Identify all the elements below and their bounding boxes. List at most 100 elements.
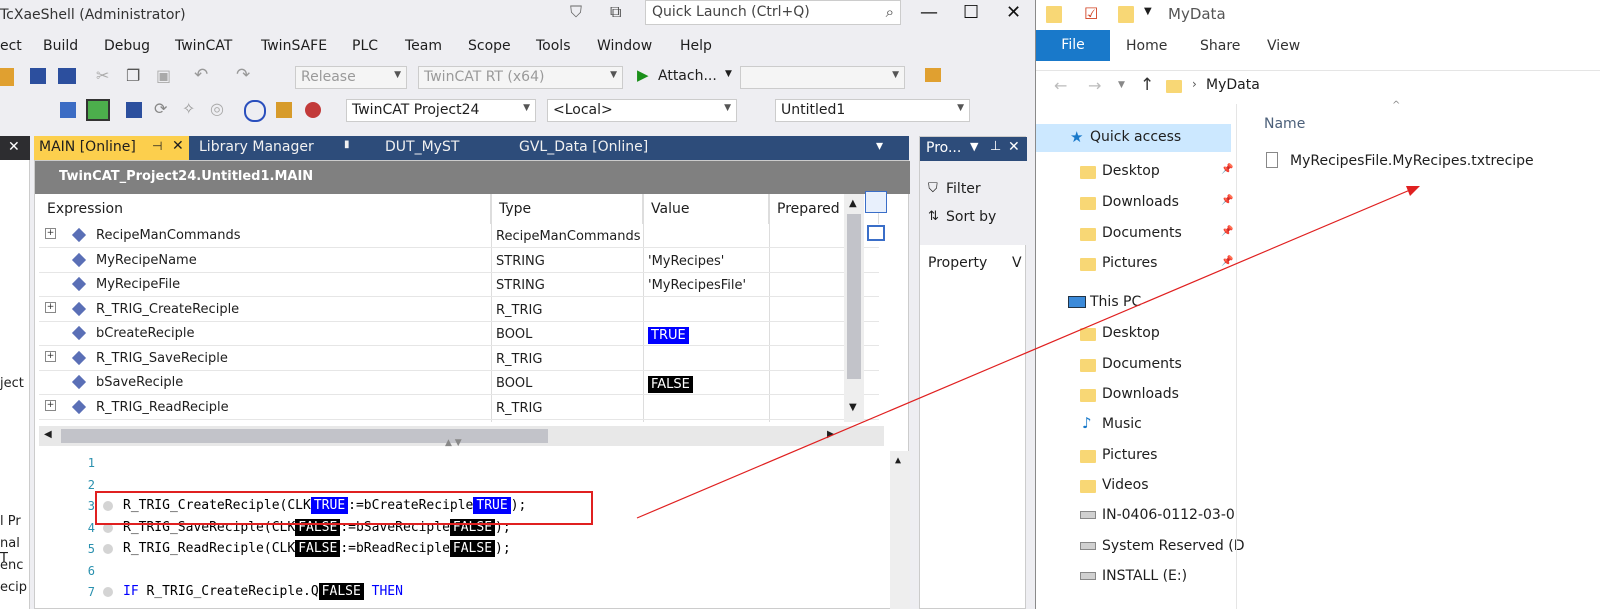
nav-pc-drive-d[interactable]: System Reserved (D xyxy=(1102,538,1245,554)
grid-row[interactable]: + R_TRIG_CreateReciple R_TRIG xyxy=(39,298,879,322)
ribbon-share-tab[interactable]: Share xyxy=(1200,38,1240,54)
pin-icon[interactable]: 📌 xyxy=(1221,195,1233,207)
view-table-icon[interactable] xyxy=(867,225,885,241)
tree-item[interactable]: ecip xyxy=(0,580,27,595)
tree-item[interactable]: l Pr xyxy=(0,514,21,529)
address-crumb[interactable]: MyData xyxy=(1206,77,1260,93)
nav-qa-downloads[interactable]: Downloads xyxy=(1102,194,1179,210)
toggle-freerun-icon[interactable]: ◎ xyxy=(210,99,224,118)
menu-scope[interactable]: Scope xyxy=(468,38,511,54)
view-list-icon[interactable] xyxy=(865,191,887,213)
column-header-expression[interactable]: Expression xyxy=(39,194,491,224)
redo-icon[interactable]: ↷ xyxy=(236,65,250,85)
value-cell[interactable]: 'MyRecipesFile' xyxy=(648,278,746,293)
filter-button[interactable]: Filter xyxy=(946,181,981,197)
ribbon-home-tab[interactable]: Home xyxy=(1126,38,1167,54)
pin-icon[interactable]: 📌 xyxy=(1221,226,1233,238)
value-cell[interactable]: FALSE xyxy=(648,376,693,393)
quick-launch-input[interactable]: Quick Launch (Ctrl+Q) ⌕ xyxy=(645,0,901,25)
nav-qa-pictures[interactable]: Pictures xyxy=(1102,255,1157,271)
open-icon[interactable] xyxy=(0,68,14,86)
minimize-button[interactable]: — xyxy=(920,2,938,23)
column-header-value[interactable]: Value xyxy=(643,194,769,224)
nav-pc-documents[interactable]: Documents xyxy=(1102,356,1182,372)
tree-item[interactable]: ject xyxy=(0,376,24,391)
copy-icon[interactable]: ❐ xyxy=(126,66,140,85)
properties-icon[interactable]: ☑ xyxy=(1084,4,1098,23)
scan-icon[interactable]: ✧ xyxy=(182,99,195,118)
grid-row[interactable]: + R_TRIG_SaveReciple R_TRIG xyxy=(39,347,879,371)
code-editor[interactable]: 1 2 3 4 5 6 7 R_TRIG_CreateReciple(CLK TR… xyxy=(35,451,910,609)
expand-icon[interactable]: + xyxy=(45,350,56,362)
nav-pc-drive-e[interactable]: INSTALL (E:) xyxy=(1102,568,1187,584)
run-mode-icon[interactable] xyxy=(126,102,142,118)
menu-debug[interactable]: Debug xyxy=(104,38,150,54)
menu-twinsafe[interactable]: TwinSAFE xyxy=(261,38,327,54)
grid-row[interactable]: bCreateReciple BOOL TRUE xyxy=(39,322,879,346)
close-icon[interactable]: ✕ xyxy=(1008,139,1020,155)
scroll-thumb[interactable] xyxy=(61,429,548,443)
undo-icon[interactable]: ↶ xyxy=(194,65,208,85)
chevron-right-icon[interactable]: ▶ xyxy=(827,429,835,440)
ribbon-view-tab[interactable]: View xyxy=(1267,38,1300,54)
menu-team[interactable]: Team xyxy=(405,38,442,54)
file-row[interactable]: MyRecipesFile.MyRecipes.txtrecipe xyxy=(1258,150,1598,174)
menu-window[interactable]: Window xyxy=(597,38,652,54)
value-cell[interactable]: 'MyRecipes' xyxy=(648,254,724,269)
menu-help[interactable]: Help xyxy=(680,38,712,54)
forward-arrow-icon[interactable]: → xyxy=(1088,76,1101,95)
save-all-icon[interactable] xyxy=(58,68,76,84)
pin-icon[interactable]: 📌 xyxy=(1221,164,1233,176)
project-dropdown[interactable]: TwinCAT Project24 ▼ xyxy=(346,99,536,122)
maximize-button[interactable]: ☐ xyxy=(963,2,979,23)
recent-icon[interactable]: ▼ xyxy=(1118,80,1125,90)
chevron-left-icon[interactable]: ◀ xyxy=(44,429,52,440)
tree-item[interactable]: enc xyxy=(0,558,23,573)
close-icon[interactable]: ✕ xyxy=(172,138,184,154)
grid-row[interactable]: + RecipeManCommands RecipeManCommands xyxy=(39,224,879,248)
chevron-down-icon[interactable]: ▼ xyxy=(849,402,857,413)
menu-twincat[interactable]: TwinCAT xyxy=(175,38,232,54)
configuration-dropdown[interactable]: Release ▼ xyxy=(295,66,407,89)
tab-dut-myst[interactable]: DUT_MyST xyxy=(380,136,500,160)
nav-pc-downloads[interactable]: Downloads xyxy=(1102,386,1179,402)
scroll-thumb[interactable] xyxy=(847,214,861,379)
nav-qa-desktop[interactable]: Desktop xyxy=(1102,163,1160,179)
folder-search-icon[interactable] xyxy=(925,68,941,82)
chevron-down-icon[interactable]: ▼ xyxy=(1144,6,1152,17)
vertical-scrollbar[interactable]: ▲ ▼ xyxy=(844,194,864,422)
restart-icon[interactable]: ⟳ xyxy=(154,99,167,118)
plc-dropdown[interactable]: Untitled1 ▼ xyxy=(775,99,970,122)
up-arrow-icon[interactable]: ↑ xyxy=(1140,75,1154,95)
config-icon[interactable] xyxy=(60,102,76,118)
grid-row[interactable]: + R_TRIG_ReadReciple R_TRIG xyxy=(39,396,879,420)
attach-button[interactable]: Attach... xyxy=(658,68,717,84)
pin-icon[interactable]: 📌 xyxy=(1221,256,1233,268)
logout-icon[interactable] xyxy=(305,102,321,118)
ribbon-file-tab[interactable]: File xyxy=(1036,30,1110,61)
column-header-type[interactable]: Type xyxy=(491,194,643,224)
tab-library-manager[interactable]: Library Manager ▮ xyxy=(194,136,354,160)
chevron-up-icon[interactable]: ▲ xyxy=(895,455,901,466)
save-icon[interactable] xyxy=(30,68,46,84)
chevron-down-icon[interactable]: ▼ xyxy=(725,69,732,79)
expand-icon[interactable]: + xyxy=(45,301,56,313)
nav-pc-desktop[interactable]: Desktop xyxy=(1102,325,1160,341)
filter-icon[interactable]: ⛉ xyxy=(570,2,582,22)
grid-row[interactable]: bSaveReciple BOOL FALSE xyxy=(39,371,879,395)
cut-icon[interactable]: ✂ xyxy=(96,66,109,85)
platform-dropdown[interactable]: TwinCAT RT (x64) ▼ xyxy=(418,66,623,89)
pane-divider[interactable] xyxy=(1236,104,1237,609)
pin-icon[interactable]: ⊥ xyxy=(990,139,1001,154)
close-button[interactable]: ✕ xyxy=(1006,2,1021,23)
menu-plc[interactable]: PLC xyxy=(352,38,378,54)
nav-pc-pictures[interactable]: Pictures xyxy=(1102,447,1157,463)
nav-qa-documents[interactable]: Documents xyxy=(1102,225,1182,241)
nav-pc-drive-c[interactable]: IN-0406-0112-03-0 xyxy=(1102,507,1235,523)
menu-build[interactable]: Build xyxy=(43,38,78,54)
sort-button[interactable]: Sort by xyxy=(946,209,996,225)
nav-this-pc[interactable]: This PC xyxy=(1090,294,1141,310)
nav-pc-music[interactable]: Music xyxy=(1102,416,1142,432)
close-icon[interactable]: ✕ xyxy=(0,136,30,160)
breakpoint-marker[interactable] xyxy=(103,544,113,554)
